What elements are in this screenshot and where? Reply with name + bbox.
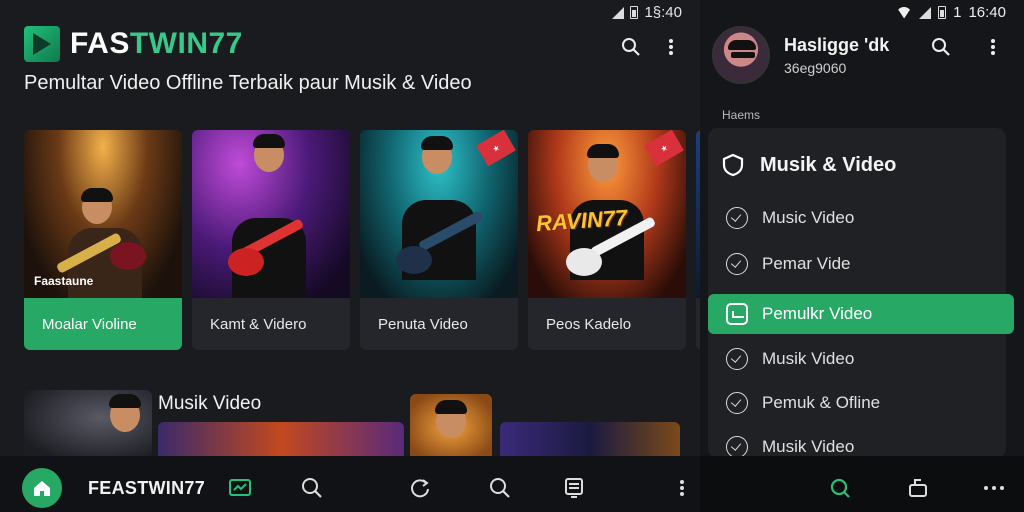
thumb-label: Faastaune bbox=[34, 274, 94, 288]
menu-item-label: Pemar Vide bbox=[762, 254, 851, 273]
new-badge: ★ bbox=[476, 130, 516, 167]
more-horiz-icon[interactable] bbox=[982, 476, 1006, 500]
menu-item-label: Musik Video bbox=[762, 437, 855, 456]
app-logo: FASTWIN77 bbox=[24, 26, 243, 62]
status-time: 1§:40 bbox=[644, 4, 682, 21]
drawer-hint: Haems bbox=[722, 108, 761, 122]
video-card[interactable]: Kamt & Videro bbox=[192, 130, 350, 350]
logo-icon bbox=[24, 26, 60, 62]
brand-part1: FAS bbox=[70, 27, 130, 60]
page-tagline: Pemultar Video Offline Terbaik paur Musi… bbox=[24, 72, 472, 94]
menu-item[interactable]: Musik Video bbox=[720, 339, 994, 379]
menu-item-label: Musik Video bbox=[762, 349, 855, 368]
more-vert-icon[interactable] bbox=[982, 36, 1004, 58]
main-pane: 1§:40 FASTWIN77 Pemultar Video Offline T… bbox=[0, 0, 700, 512]
avatar bbox=[712, 26, 770, 84]
card-caption: Peos Kadelo bbox=[546, 315, 632, 333]
status-time: 16:40 bbox=[968, 4, 1006, 21]
video-card[interactable]: RAVIN77 ★ Peos Kadelo bbox=[528, 130, 686, 350]
search-icon[interactable] bbox=[300, 476, 324, 500]
status-bar-right: 1 16:40 bbox=[896, 4, 1006, 21]
video-thumbnail: ★ bbox=[360, 130, 518, 298]
more-vert-icon[interactable] bbox=[670, 476, 694, 500]
menu-item[interactable]: Music Video bbox=[720, 198, 994, 238]
menu-item[interactable]: Pemar Vide bbox=[720, 244, 994, 284]
profile-subtitle: 36eg9060 bbox=[784, 59, 847, 76]
check-square-icon bbox=[726, 303, 748, 325]
battery-text: 1 bbox=[953, 4, 962, 21]
drawer-bottom-bar bbox=[700, 456, 1024, 512]
signal-icon bbox=[612, 6, 625, 19]
menu-item[interactable]: Pemuk & Ofline bbox=[720, 383, 994, 423]
video-thumb-small[interactable] bbox=[24, 390, 152, 460]
profile-name: Hasligge 'dk bbox=[784, 34, 890, 55]
menu-item-label: Pemulkr Video bbox=[762, 304, 873, 323]
signal-icon bbox=[919, 6, 932, 19]
home-icon[interactable] bbox=[22, 468, 62, 508]
user-profile[interactable]: Hasligge 'dk 36eg9060 bbox=[712, 26, 889, 84]
menu-title-text: Musik & Video bbox=[760, 153, 897, 176]
check-circle-icon bbox=[726, 348, 748, 370]
menu-item-active[interactable]: Pemulkr Video bbox=[708, 294, 1014, 334]
section-title: Musik Video bbox=[158, 393, 262, 414]
drawer-actions bbox=[930, 36, 1004, 58]
check-circle-icon bbox=[726, 436, 748, 458]
video-card[interactable]: ★ Penuta Video bbox=[360, 130, 518, 350]
video-thumbnail bbox=[192, 130, 350, 298]
bottom-nav: FEASTWIN77 bbox=[0, 456, 700, 512]
brand-name: FASTWIN77 bbox=[70, 27, 243, 61]
more-vert-icon[interactable] bbox=[660, 36, 682, 58]
brand-part2: TWIN77 bbox=[129, 27, 243, 60]
check-circle-icon bbox=[726, 207, 748, 229]
shield-icon bbox=[722, 153, 744, 177]
card-caption: Penuta Video bbox=[378, 315, 468, 333]
top-actions bbox=[620, 36, 682, 58]
video-cards-row: Faastaune Moalar Violine Kamt & Videro ★… bbox=[24, 130, 700, 350]
side-drawer: 1 16:40 Hasligge 'dk 36eg9060 Haems Musi… bbox=[700, 0, 1024, 512]
video-thumbnail: Faastaune bbox=[24, 130, 182, 298]
check-circle-icon bbox=[726, 392, 748, 414]
download-icon[interactable] bbox=[906, 476, 930, 500]
wifi-icon bbox=[896, 6, 913, 19]
search-icon[interactable] bbox=[488, 476, 512, 500]
search-icon[interactable] bbox=[930, 36, 952, 58]
new-badge: ★ bbox=[644, 130, 684, 167]
menu-item-label: Pemuk & Ofline bbox=[762, 393, 881, 412]
search-icon[interactable] bbox=[620, 36, 642, 58]
menu-item-label: Music Video bbox=[762, 208, 855, 227]
status-bar: 1§:40 bbox=[612, 4, 682, 21]
playlist-icon[interactable] bbox=[562, 476, 586, 500]
search-icon[interactable] bbox=[828, 476, 852, 500]
card-caption: Moalar Violine bbox=[24, 298, 182, 350]
video-icon[interactable] bbox=[228, 476, 252, 500]
menu-title: Musik & Video bbox=[722, 153, 896, 177]
battery-icon bbox=[938, 6, 947, 19]
video-thumbnail: RAVIN77 ★ bbox=[528, 130, 686, 298]
refresh-icon[interactable] bbox=[408, 476, 432, 500]
check-circle-icon bbox=[726, 253, 748, 275]
card-caption: Kamt & Videro bbox=[210, 315, 307, 333]
video-card[interactable]: Faastaune Moalar Violine bbox=[24, 130, 182, 350]
bottom-brand: FEASTWIN77 bbox=[88, 478, 206, 498]
drawer-menu: Musik & Video Music Video Pemar Vide Pem… bbox=[708, 128, 1014, 458]
battery-icon bbox=[630, 6, 639, 19]
video-thumb-small[interactable] bbox=[410, 394, 492, 460]
